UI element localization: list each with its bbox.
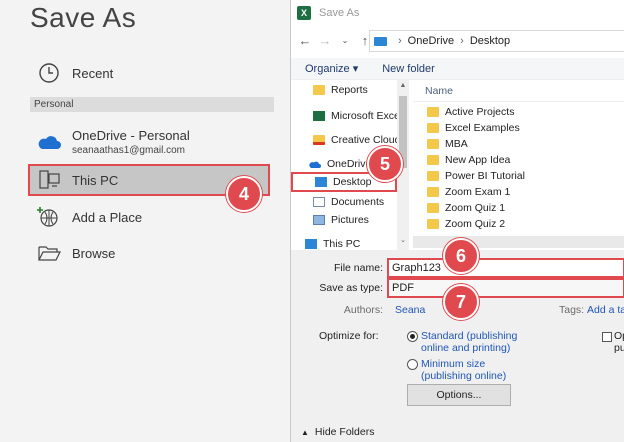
folder-open-icon <box>34 238 64 268</box>
list-item[interactable]: MBA <box>413 136 624 152</box>
section-header-personal: Personal <box>30 97 274 112</box>
folder-icon <box>427 107 439 117</box>
tags-input[interactable]: Add a tag <box>587 304 624 316</box>
save-as-type-label: Save as type: <box>319 282 383 294</box>
save-as-dialog: X Save As ← → ⌄ ↑ › OneDrive › Desktop O… <box>290 0 624 442</box>
scroll-up-icon[interactable]: ▲ <box>397 82 409 89</box>
excel-icon <box>313 111 325 121</box>
browse-label: Browse <box>72 245 116 261</box>
file-name-input[interactable]: Graph123 <box>387 258 624 278</box>
desktop-icon <box>315 177 327 187</box>
file-list: Name Active Projects Excel Examples MBA … <box>413 80 624 238</box>
folder-icon <box>313 85 325 95</box>
list-item[interactable]: Zoom Quiz 1 <box>413 200 624 216</box>
optimize-standard-radio[interactable] <box>407 331 418 342</box>
browse-button[interactable]: Browse <box>30 236 276 270</box>
cloud-icon <box>34 127 64 157</box>
breadcrumb-onedrive[interactable]: OneDrive <box>408 35 454 47</box>
optimize-minimum-label[interactable]: Minimum size (publishing online) <box>421 358 506 382</box>
list-item[interactable]: New App Idea <box>413 152 624 168</box>
step-badge-5: 5 <box>367 146 403 182</box>
nav-item-this-pc[interactable]: This PC <box>291 234 397 250</box>
save-as-type-select[interactable]: PDF <box>387 278 624 298</box>
column-header-name[interactable]: Name <box>413 80 624 102</box>
authors-value[interactable]: Seana <box>395 304 425 316</box>
recent-locations-chevron-icon[interactable]: ⌄ <box>335 36 355 45</box>
dialog-titlebar[interactable]: X Save As <box>291 0 624 26</box>
organize-button[interactable]: Organize ▾ <box>305 62 358 75</box>
list-item[interactable]: Power BI Tutorial <box>413 168 624 184</box>
authors-label: Authors: <box>343 304 383 316</box>
backstage-pane: Save As Recent Personal OneDrive - Perso… <box>0 0 290 442</box>
optimize-standard-label[interactable]: Standard (publishing online and printing) <box>421 330 517 354</box>
options-button[interactable]: Options... <box>407 384 511 406</box>
pictures-icon <box>313 215 325 225</box>
nav-item-pictures[interactable]: Pictures <box>291 210 397 230</box>
onedrive-label: OneDrive - Personal <box>72 128 190 143</box>
breadcrumb-desktop[interactable]: Desktop <box>470 35 510 47</box>
pc-icon <box>34 165 64 195</box>
excel-icon: X <box>297 6 311 20</box>
list-item[interactable]: Zoom Quiz 2 <box>413 216 624 232</box>
pc-icon <box>305 239 317 249</box>
page-title: Save As <box>30 2 137 33</box>
breadcrumb-chevron-icon: › <box>398 35 402 47</box>
optimize-minimum-radio[interactable] <box>407 359 418 370</box>
add-a-place-label: Add a Place <box>72 209 143 225</box>
scroll-down-icon[interactable]: ⌄ <box>397 236 409 244</box>
step-badge-7: 7 <box>443 284 479 320</box>
list-item[interactable]: Active Projects <box>413 104 624 120</box>
list-item[interactable]: Zoom Exam 1 <box>413 184 624 200</box>
folder-icon <box>427 123 439 133</box>
back-arrow-icon[interactable]: ← <box>295 33 315 48</box>
onedrive-email: seanaathas1@gmail.com <box>72 145 185 156</box>
add-a-place-button[interactable]: Add a Place <box>30 200 276 234</box>
list-item[interactable]: Excel Examples <box>413 120 624 136</box>
nav-item-microsoft-excel[interactable]: Microsoft Excel <box>291 106 402 126</box>
step-badge-6: 6 <box>443 238 479 274</box>
save-options-form: File name: Graph123 Save as type: PDF 6 … <box>291 238 624 442</box>
nav-item-documents[interactable]: Documents <box>291 192 397 212</box>
new-folder-button[interactable]: New folder <box>382 63 435 75</box>
documents-icon <box>313 197 325 207</box>
chevron-up-icon: ▲ <box>301 427 309 437</box>
tags-label: Tags: <box>559 304 585 316</box>
recent-label: Recent <box>72 65 114 81</box>
creative-cloud-icon <box>313 135 325 145</box>
dialog-title: Save As <box>319 7 360 19</box>
clock-icon <box>34 58 64 88</box>
navigation-bar: ← → ⌄ ↑ › OneDrive › Desktop <box>291 28 624 52</box>
breadcrumb-chevron-icon: › <box>460 35 464 47</box>
this-pc-label: This PC <box>72 172 119 188</box>
folder-icon <box>427 171 439 181</box>
file-name-label: File name: <box>333 262 383 274</box>
folder-icon <box>427 203 439 213</box>
onedrive-personal-button[interactable]: OneDrive - Personal seanaathas1@gmail.co… <box>30 122 276 162</box>
open-after-publish-label: Oppu <box>614 330 624 354</box>
address-bar[interactable]: › OneDrive › Desktop <box>369 30 624 52</box>
recent-button[interactable]: Recent <box>30 56 276 90</box>
desktop-icon <box>374 36 387 46</box>
open-after-publish-checkbox[interactable] <box>602 332 612 342</box>
nav-item-reports[interactable]: Reports <box>291 80 397 100</box>
optimize-for-label: Optimize for: <box>319 330 379 342</box>
forward-arrow-icon[interactable]: → <box>315 33 335 48</box>
hide-folders-button[interactable]: ▲ Hide Folders <box>301 426 374 438</box>
dialog-toolbar: Organize ▾ New folder <box>291 58 624 80</box>
folder-icon <box>427 139 439 149</box>
cloud-icon <box>309 159 321 169</box>
folder-icon <box>427 219 439 229</box>
folder-icon <box>427 187 439 197</box>
folder-icon <box>427 155 439 165</box>
globe-add-icon <box>34 202 64 232</box>
